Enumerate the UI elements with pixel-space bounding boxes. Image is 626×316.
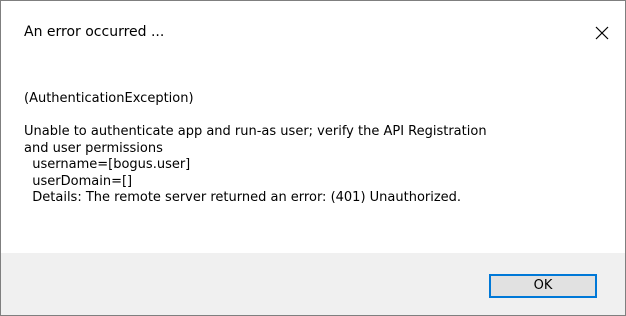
error-message: (AuthenticationException) Unable to auth…: [24, 91, 487, 205]
ok-button[interactable]: OK: [489, 274, 597, 298]
dialog-footer: OK: [1, 253, 625, 315]
close-icon: [595, 26, 609, 40]
close-button[interactable]: [579, 1, 625, 65]
dialog-content: (AuthenticationException) Unable to auth…: [1, 65, 625, 253]
dialog-title: An error occurred ...: [24, 24, 165, 40]
error-dialog: An error occurred ... (AuthenticationExc…: [0, 0, 626, 316]
title-bar: An error occurred ...: [1, 1, 625, 65]
